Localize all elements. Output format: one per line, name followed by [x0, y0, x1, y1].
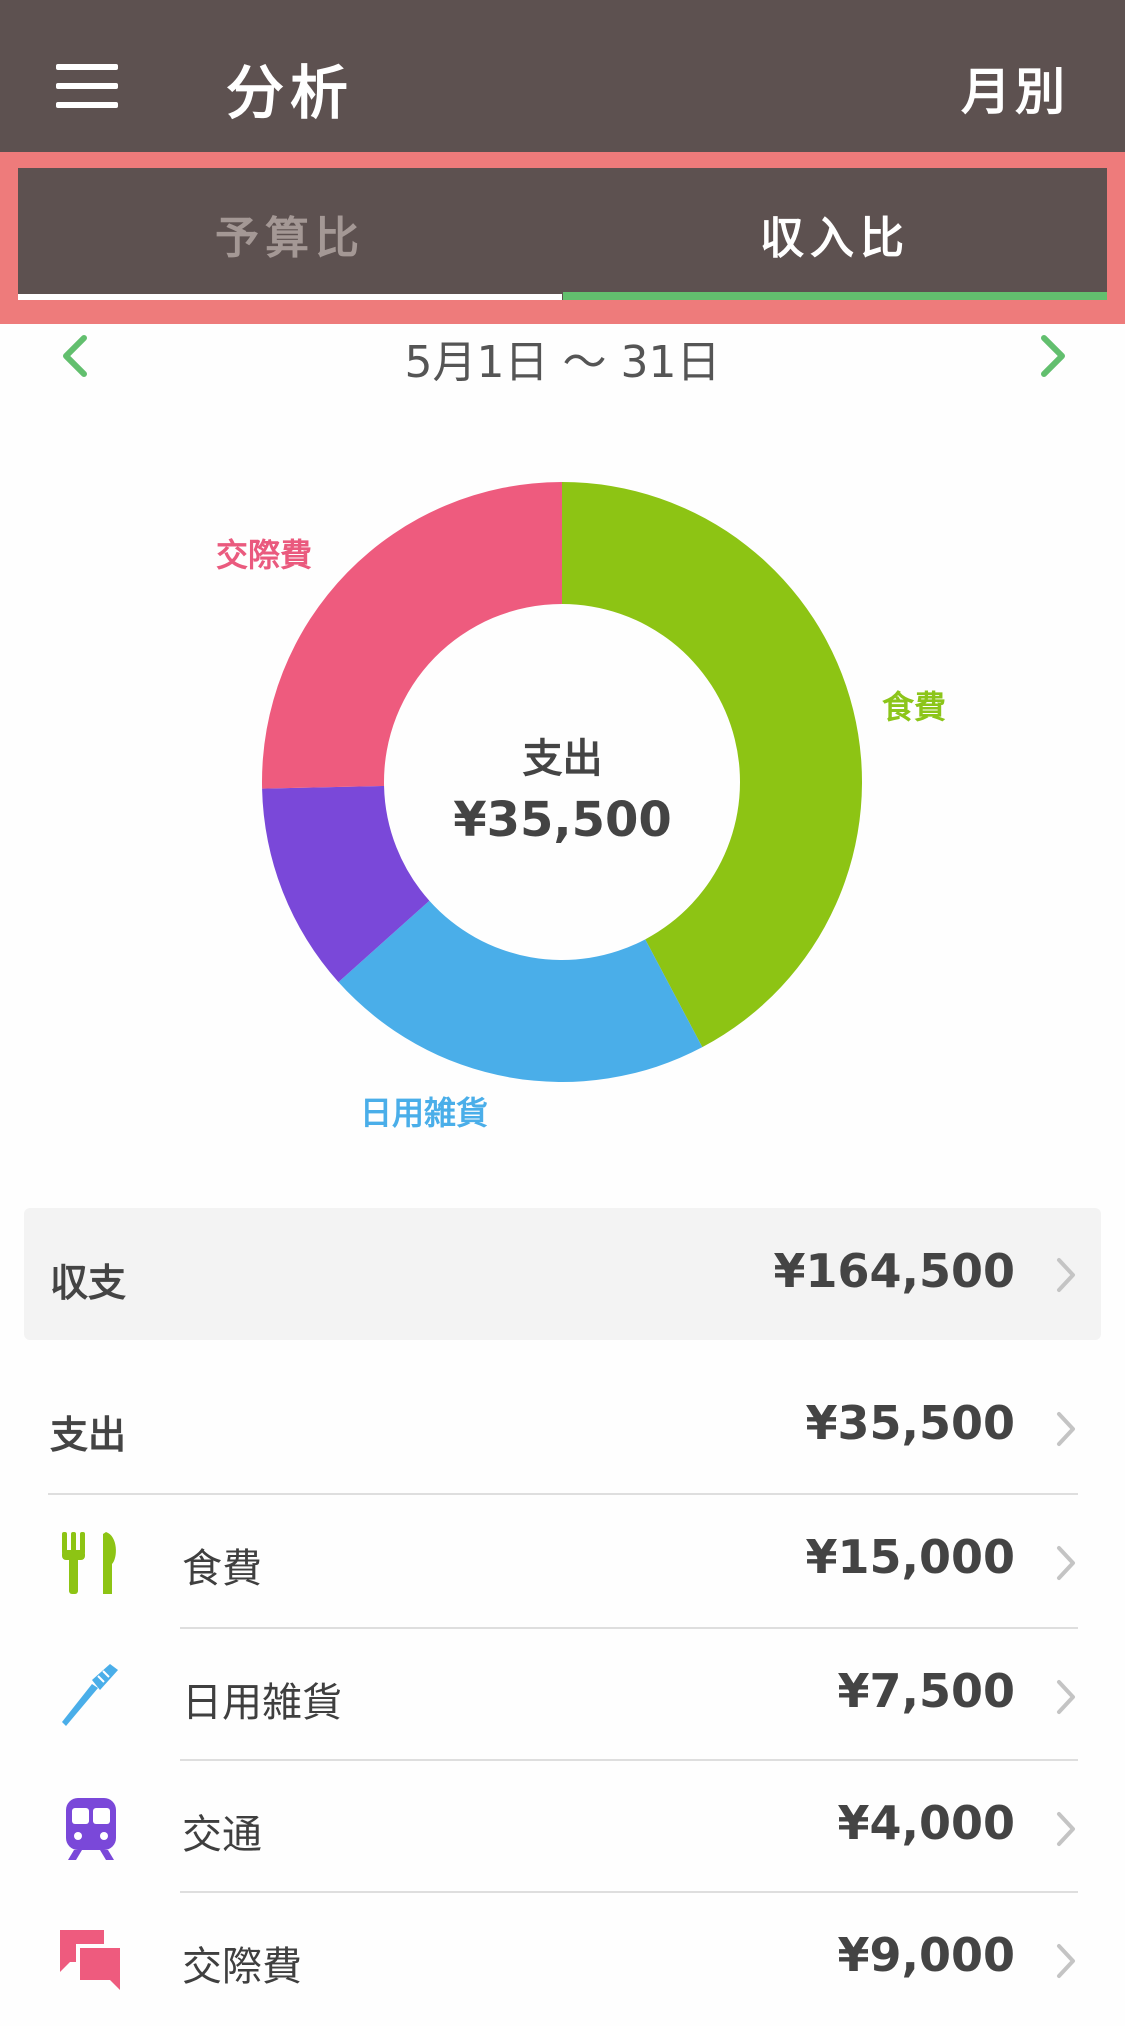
- category-name: 食費: [182, 1546, 262, 1592]
- chat-bubbles-icon: [60, 1930, 120, 1990]
- chart-center-label: 支出: [522, 736, 603, 782]
- chart-label-social: 交際費: [216, 536, 313, 574]
- category-amount: ¥7,500: [837, 1664, 1015, 1718]
- tab-indicator-inactive: [18, 294, 562, 300]
- divider: [48, 1493, 1078, 1495]
- chevron-right-icon: [1057, 1812, 1075, 1846]
- category-row-daily-goods[interactable]: 日用雑貨 ¥7,500: [0, 1630, 1125, 1762]
- toothbrush-icon: [62, 1664, 118, 1726]
- category-row-food[interactable]: 食費 ¥15,000: [0, 1496, 1125, 1628]
- balance-amount: ¥164,500: [773, 1244, 1015, 1298]
- tab-budget-ratio[interactable]: 予算比: [18, 168, 562, 300]
- expense-amount: ¥35,500: [805, 1396, 1015, 1450]
- chevron-right-icon: [1057, 1412, 1075, 1446]
- balance-summary-row[interactable]: 収支 ¥164,500: [24, 1208, 1101, 1340]
- app-header: 分析 月別: [0, 0, 1125, 152]
- expense-label: 支出: [50, 1413, 127, 1457]
- chart-center-value: ¥35,500: [453, 792, 672, 848]
- category-name: 交際費: [182, 1944, 302, 1990]
- chart-label-daily-goods: 日用雑貨: [360, 1094, 489, 1132]
- divider: [180, 1891, 1078, 1893]
- chevron-right-icon[interactable]: [1034, 332, 1074, 380]
- divider: [180, 1759, 1078, 1761]
- expense-total-row[interactable]: 支出 ¥35,500: [0, 1340, 1125, 1494]
- category-amount: ¥15,000: [805, 1530, 1015, 1584]
- category-amount: ¥4,000: [837, 1796, 1015, 1850]
- balance-label: 収支: [50, 1261, 127, 1305]
- category-row-transport[interactable]: 交通 ¥4,000: [0, 1762, 1125, 1894]
- chevron-right-icon: [1057, 1546, 1075, 1580]
- tab-bar: 予算比 収入比: [18, 168, 1107, 300]
- chevron-right-icon: [1057, 1944, 1075, 1978]
- fork-knife-icon: [62, 1532, 116, 1594]
- date-range-label: 5月1日 〜 31日: [404, 337, 721, 388]
- divider: [180, 1627, 1078, 1629]
- category-name: 日用雑貨: [182, 1680, 342, 1726]
- category-amount: ¥9,000: [837, 1928, 1015, 1982]
- category-row-social[interactable]: 交際費 ¥9,000: [0, 1894, 1125, 2026]
- period-toggle-button[interactable]: 月別: [961, 52, 1069, 124]
- tab-income-ratio[interactable]: 収入比: [563, 168, 1107, 300]
- tab-indicator-active: [563, 292, 1107, 300]
- category-name: 交通: [182, 1812, 262, 1858]
- page-title: 分析: [226, 59, 355, 127]
- chevron-right-icon: [1057, 1258, 1075, 1292]
- train-icon: [66, 1798, 116, 1860]
- chart-label-food: 食費: [882, 688, 947, 726]
- hamburger-menu-icon[interactable]: [56, 64, 118, 108]
- chevron-right-icon: [1057, 1680, 1075, 1714]
